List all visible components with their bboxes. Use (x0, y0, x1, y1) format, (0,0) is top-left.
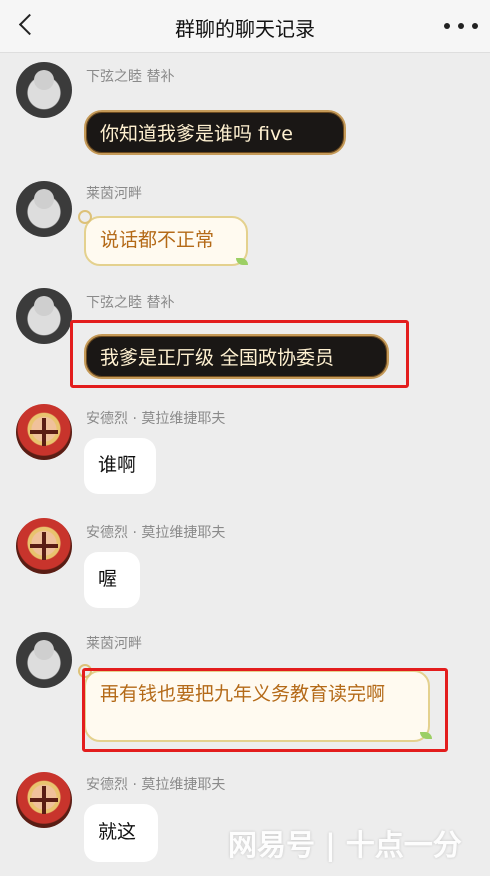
avatar[interactable] (16, 404, 72, 460)
message-bubble[interactable]: 就这 (84, 804, 158, 862)
sender-name: 下弦之睦 替补 (86, 295, 175, 311)
flower-decoration-icon (78, 210, 92, 224)
sender-name: 莱茵河畔 (86, 186, 142, 202)
avatar[interactable] (16, 62, 72, 118)
message-bubble[interactable]: 说话都不正常 (84, 216, 248, 266)
more-horizontal-icon[interactable] (444, 14, 478, 38)
avatar[interactable] (16, 181, 72, 237)
chat-header: 群聊的聊天记录 (0, 0, 490, 53)
sender-name: 安德烈 · 莫拉维捷耶夫 (86, 525, 226, 541)
message-bubble[interactable]: 你知道我爹是谁吗 five (84, 110, 346, 155)
sender-name: 安德烈 · 莫拉维捷耶夫 (86, 777, 226, 793)
sender-name: 下弦之睦 替补 (86, 69, 175, 85)
page-title: 群聊的聊天记录 (175, 17, 315, 41)
avatar[interactable] (16, 288, 72, 344)
sender-name: 莱茵河畔 (86, 636, 142, 652)
avatar[interactable] (16, 772, 72, 828)
watermark: 网易号 | 十点一分 (228, 828, 462, 862)
highlight-box (82, 668, 448, 752)
sender-name: 安德烈 · 莫拉维捷耶夫 (86, 411, 226, 427)
message-bubble[interactable]: 谁啊 (84, 438, 156, 494)
avatar[interactable] (16, 518, 72, 574)
avatar[interactable] (16, 632, 72, 688)
message-bubble[interactable]: 喔 (84, 552, 140, 608)
highlight-box (70, 320, 409, 388)
